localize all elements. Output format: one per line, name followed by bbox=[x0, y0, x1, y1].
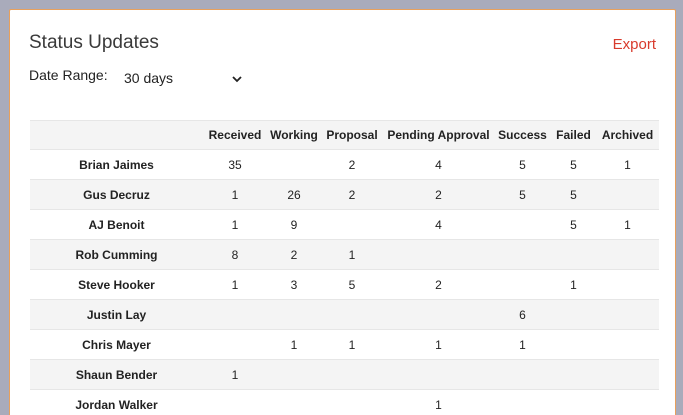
table-cell: 1 bbox=[551, 269, 596, 300]
table-cell: 5 bbox=[494, 179, 551, 210]
table-cell: 2 bbox=[321, 149, 383, 180]
table-cell: 4 bbox=[383, 209, 494, 240]
page-title: Status Updates bbox=[29, 32, 159, 53]
table-cell: 6 bbox=[494, 299, 551, 330]
column-header-archived: Archived bbox=[596, 120, 659, 150]
table-cell bbox=[203, 329, 267, 360]
table-cell: 5 bbox=[494, 149, 551, 180]
table-row: Jordan Walker 1 bbox=[30, 389, 659, 415]
row-person-name: Shaun Bender bbox=[30, 359, 203, 390]
table-row: Chris Mayer 1 1 1 1 bbox=[30, 329, 659, 360]
row-person-name: AJ Benoit bbox=[30, 209, 203, 240]
table-cell bbox=[551, 329, 596, 360]
table-cell: 1 bbox=[203, 269, 267, 300]
table-cell bbox=[383, 359, 494, 390]
column-header-pending-approval: Pending Approval bbox=[383, 120, 494, 150]
table-cell: 1 bbox=[203, 359, 267, 390]
table-cell: 1 bbox=[596, 209, 659, 240]
table-cell bbox=[203, 389, 267, 415]
table-cell bbox=[596, 179, 659, 210]
table-cell bbox=[596, 269, 659, 300]
table-row: AJ Benoit 1 9 4 5 1 bbox=[30, 209, 659, 240]
table-cell: 8 bbox=[203, 239, 267, 270]
table-cell bbox=[267, 149, 321, 180]
table-cell bbox=[267, 299, 321, 330]
table-cell bbox=[383, 299, 494, 330]
table-cell: 1 bbox=[203, 209, 267, 240]
table-row: Gus Decruz 1 26 2 2 5 5 bbox=[30, 179, 659, 210]
row-person-name: Justin Lay bbox=[30, 299, 203, 330]
table-cell: 1 bbox=[203, 179, 267, 210]
column-header-success: Success bbox=[494, 120, 551, 150]
table-cell bbox=[494, 359, 551, 390]
table-cell bbox=[494, 239, 551, 270]
row-person-name: Brian Jaimes bbox=[30, 149, 203, 180]
table-cell: 1 bbox=[321, 329, 383, 360]
column-header-failed: Failed bbox=[551, 120, 596, 150]
table-cell bbox=[321, 299, 383, 330]
table-row: Brian Jaimes 35 2 4 5 5 1 bbox=[30, 149, 659, 180]
table-row: Justin Lay 6 bbox=[30, 299, 659, 330]
table-cell bbox=[494, 269, 551, 300]
row-person-name: Jordan Walker bbox=[30, 389, 203, 415]
status-table: Received Working Proposal Pending Approv… bbox=[30, 120, 659, 415]
table-cell: 2 bbox=[267, 239, 321, 270]
table-cell: 35 bbox=[203, 149, 267, 180]
table-cell bbox=[551, 299, 596, 330]
column-header-working: Working bbox=[267, 120, 321, 150]
date-range-label: Date Range: bbox=[29, 67, 108, 83]
table-cell bbox=[596, 299, 659, 330]
row-person-name: Rob Cumming bbox=[30, 239, 203, 270]
table-cell: 3 bbox=[267, 269, 321, 300]
table-cell bbox=[267, 359, 321, 390]
table-cell bbox=[596, 389, 659, 415]
table-cell: 1 bbox=[383, 329, 494, 360]
table-header-row: Received Working Proposal Pending Approv… bbox=[30, 120, 659, 150]
row-person-name: Chris Mayer bbox=[30, 329, 203, 360]
table-cell: 1 bbox=[596, 149, 659, 180]
table-cell: 5 bbox=[321, 269, 383, 300]
row-person-name: Gus Decruz bbox=[30, 179, 203, 210]
column-header-proposal: Proposal bbox=[321, 120, 383, 150]
table-cell bbox=[596, 329, 659, 360]
table-cell: 2 bbox=[321, 179, 383, 210]
table-row: Rob Cumming 8 2 1 bbox=[30, 239, 659, 270]
table-cell bbox=[383, 239, 494, 270]
table-cell bbox=[267, 389, 321, 415]
table-row: Steve Hooker 1 3 5 2 1 bbox=[30, 269, 659, 300]
date-range-select[interactable]: 30 days bbox=[124, 67, 246, 89]
table-cell bbox=[494, 209, 551, 240]
table-cell: 4 bbox=[383, 149, 494, 180]
table-cell: 1 bbox=[267, 329, 321, 360]
table-cell bbox=[551, 359, 596, 390]
column-header-received: Received bbox=[203, 120, 267, 150]
status-updates-card: Status Updates Export Date Range: 30 day… bbox=[9, 9, 676, 415]
table-cell bbox=[321, 389, 383, 415]
table-cell: 5 bbox=[551, 149, 596, 180]
table-cell: 9 bbox=[267, 209, 321, 240]
table-cell bbox=[551, 389, 596, 415]
table-cell: 5 bbox=[551, 209, 596, 240]
table-body: Brian Jaimes 35 2 4 5 5 1 Gus Decruz 1 26 2 2 5 5 AJ B… bbox=[30, 149, 659, 415]
table-cell bbox=[596, 359, 659, 390]
table-cell: 1 bbox=[383, 389, 494, 415]
date-range-value: 30 days bbox=[124, 70, 174, 86]
table-cell: 2 bbox=[383, 179, 494, 210]
table-cell: 2 bbox=[383, 269, 494, 300]
table-cell bbox=[596, 239, 659, 270]
table-cell bbox=[203, 299, 267, 330]
chevron-down-icon bbox=[232, 70, 246, 86]
column-header-name bbox=[30, 120, 203, 150]
table-cell bbox=[321, 359, 383, 390]
table-row: Shaun Bender 1 bbox=[30, 359, 659, 390]
row-person-name: Steve Hooker bbox=[30, 269, 203, 300]
table-cell: 26 bbox=[267, 179, 321, 210]
table-cell: 1 bbox=[494, 329, 551, 360]
export-button[interactable]: Export bbox=[613, 36, 656, 53]
table-cell bbox=[321, 209, 383, 240]
table-cell: 1 bbox=[321, 239, 383, 270]
table-cell bbox=[551, 239, 596, 270]
table-cell: 5 bbox=[551, 179, 596, 210]
table-cell bbox=[494, 389, 551, 415]
